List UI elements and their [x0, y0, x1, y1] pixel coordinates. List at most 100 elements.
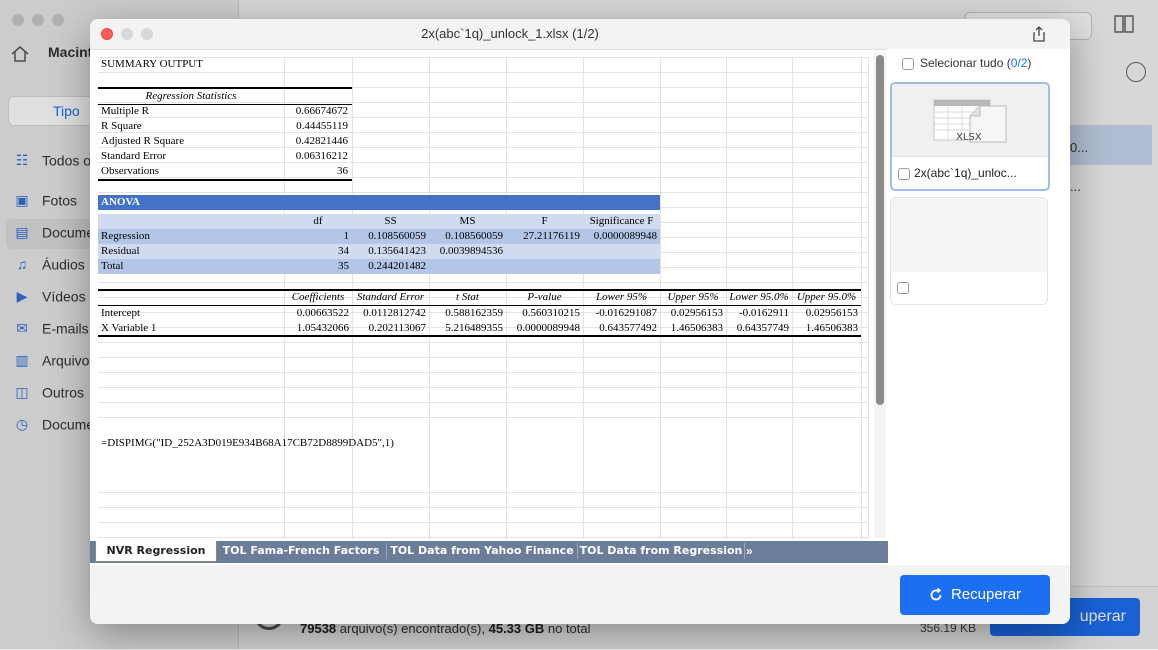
xlsx-label: XLSX: [956, 132, 982, 143]
anova-cell: 35: [338, 260, 349, 272]
grid-line: [98, 72, 868, 73]
coef-cell: 0.02956153: [805, 307, 858, 319]
grid-line: [98, 372, 868, 373]
grid-line: [98, 417, 868, 418]
anova-cell: 34: [338, 245, 349, 257]
grid-line: [98, 357, 868, 358]
coef-cell: 0.588162359: [445, 307, 503, 319]
coef-row-label: X Variable 1: [101, 322, 157, 334]
file-checkbox[interactable]: [898, 167, 910, 180]
reg-stat-value: 0.66674672: [295, 105, 348, 117]
reg-stat-value: 0.44455119: [296, 120, 348, 132]
file-thumbnail: XLSX: [892, 84, 1048, 157]
anova-cell: [506, 244, 580, 259]
file-card[interactable]: [890, 197, 1048, 305]
anova-cell: [583, 244, 657, 259]
recover-button[interactable]: Recuperar: [900, 575, 1050, 615]
table-border: [98, 305, 861, 306]
file-list-panel: Selecionar tudo (0/2) XLSX 2x(abc`1q)_un…: [888, 49, 1070, 624]
grid-line: [861, 57, 862, 539]
reg-stat-value: 0.42821446: [295, 135, 348, 147]
coef-cell: 5.216489355: [445, 322, 503, 334]
modal-title: 2x(abc`1q)_unlock_1.xlsx (1/2): [421, 26, 599, 41]
anova-header: SS: [384, 215, 397, 227]
coef-cell: -0.016291087: [595, 307, 657, 319]
coef-header: Upper 95.0%: [796, 291, 857, 303]
file-checkbox[interactable]: [897, 282, 909, 294]
anova-cell: 0.0039894536: [439, 245, 503, 257]
tab-separator: [744, 543, 745, 559]
formula-cell: =DISPIMG("ID_252A3D019E934B68A17CB72D889…: [101, 437, 394, 449]
file-thumbnail: [891, 198, 1047, 272]
anova-header: Significance F: [589, 215, 654, 227]
reg-stat-value: 36: [337, 165, 348, 177]
coef-cell: 1.46506383: [670, 322, 723, 334]
grid-line: [98, 387, 868, 388]
summary-title: SUMMARY OUTPUT: [101, 58, 203, 70]
coef-header: Lower 95%: [595, 291, 648, 303]
sheet-tab-data-from-regression[interactable]: TOL Data from Regression: [578, 541, 744, 561]
recover-label: Recuperar: [950, 586, 1022, 603]
anova-cell: 27.21176119: [523, 230, 580, 242]
sheet-tab-fama-french[interactable]: TOL Fama-French Factors: [216, 541, 386, 561]
coef-cell: 0.643577492: [599, 322, 657, 334]
coef-cell: 1.46506383: [805, 322, 858, 334]
coef-header: Lower 95.0%: [729, 291, 789, 303]
table-border: [98, 179, 352, 181]
anova-cell: 1: [343, 230, 350, 242]
coef-cell: 0.560310215: [522, 307, 580, 319]
coef-cell: 0.02956153: [670, 307, 723, 319]
coef-header: Upper 95%: [667, 291, 719, 303]
select-all-close: ): [1027, 56, 1032, 70]
select-all-count: 0/2: [1010, 56, 1028, 70]
select-all-checkbox[interactable]: Selecionar tudo (0/2): [902, 54, 1031, 72]
coef-header: t Stat: [456, 291, 479, 303]
coef-header: Standard Error: [356, 291, 425, 303]
file-card-label: 2x(abc`1q)_unloc...: [898, 166, 1046, 180]
sheet-scrollbar-thumb[interactable]: [876, 55, 884, 405]
anova-row-label: Residual: [101, 245, 140, 257]
coef-row-label: Intercept: [101, 307, 141, 319]
reg-stats-title: Regression Statistics: [145, 90, 237, 102]
anova-header: F: [541, 215, 548, 227]
anova-cell: 0.244201482: [368, 260, 426, 272]
anova-header: MS: [459, 215, 476, 227]
grid-line: [98, 522, 868, 523]
reg-stat-value: 0.06316212: [295, 150, 348, 162]
anova-cell: [583, 259, 657, 274]
grid-line: [98, 402, 868, 403]
anova-cell: [429, 259, 503, 274]
table-border: [98, 335, 861, 337]
grid-line: [98, 342, 868, 343]
grid-line: [98, 282, 868, 283]
coef-cell: 0.00663522: [296, 307, 349, 319]
file-name: 2x(abc`1q)_unloc...: [914, 166, 1017, 180]
sheet-tab-yahoo-finance[interactable]: TOL Data from Yahoo Finance: [387, 541, 577, 561]
reg-stat-label: Adjusted R Square: [101, 135, 185, 147]
anova-cell: 0.108560059: [368, 230, 426, 242]
reg-stat-label: Standard Error: [101, 150, 167, 162]
coef-header: P-value: [527, 291, 562, 303]
grid-line: [98, 507, 868, 508]
coef-cell: 0.0000089948: [516, 322, 580, 334]
more-tabs-icon[interactable]: »: [746, 541, 766, 561]
share-icon[interactable]: [1031, 26, 1047, 42]
anova-row-label: Total: [101, 260, 124, 272]
refresh-icon: [930, 588, 942, 601]
grid-line: [98, 492, 868, 493]
anova-cell: 0.108560059: [445, 230, 503, 242]
anova-title: ANOVA: [101, 196, 140, 208]
checkbox-icon[interactable]: [902, 57, 914, 70]
preview-modal: 2x(abc`1q)_unlock_1.xlsx (1/2) SUMMARY O…: [90, 19, 1070, 624]
coef-cell: -0.0162911: [738, 307, 789, 319]
anova-cell: 0.0000089948: [593, 230, 657, 242]
coef-cell: 1.05432066: [296, 322, 349, 334]
reg-stat-label: R Square: [101, 120, 142, 132]
anova-header: df: [313, 215, 323, 227]
grid-line: [98, 192, 868, 193]
sheet-tab-nvr-regression[interactable]: NVR Regression: [95, 541, 217, 562]
grid-line: [868, 57, 869, 539]
file-card-selected[interactable]: XLSX 2x(abc`1q)_unloc...: [890, 82, 1050, 191]
grid-line: [98, 537, 868, 538]
coef-cell: 0.202113067: [368, 322, 426, 334]
